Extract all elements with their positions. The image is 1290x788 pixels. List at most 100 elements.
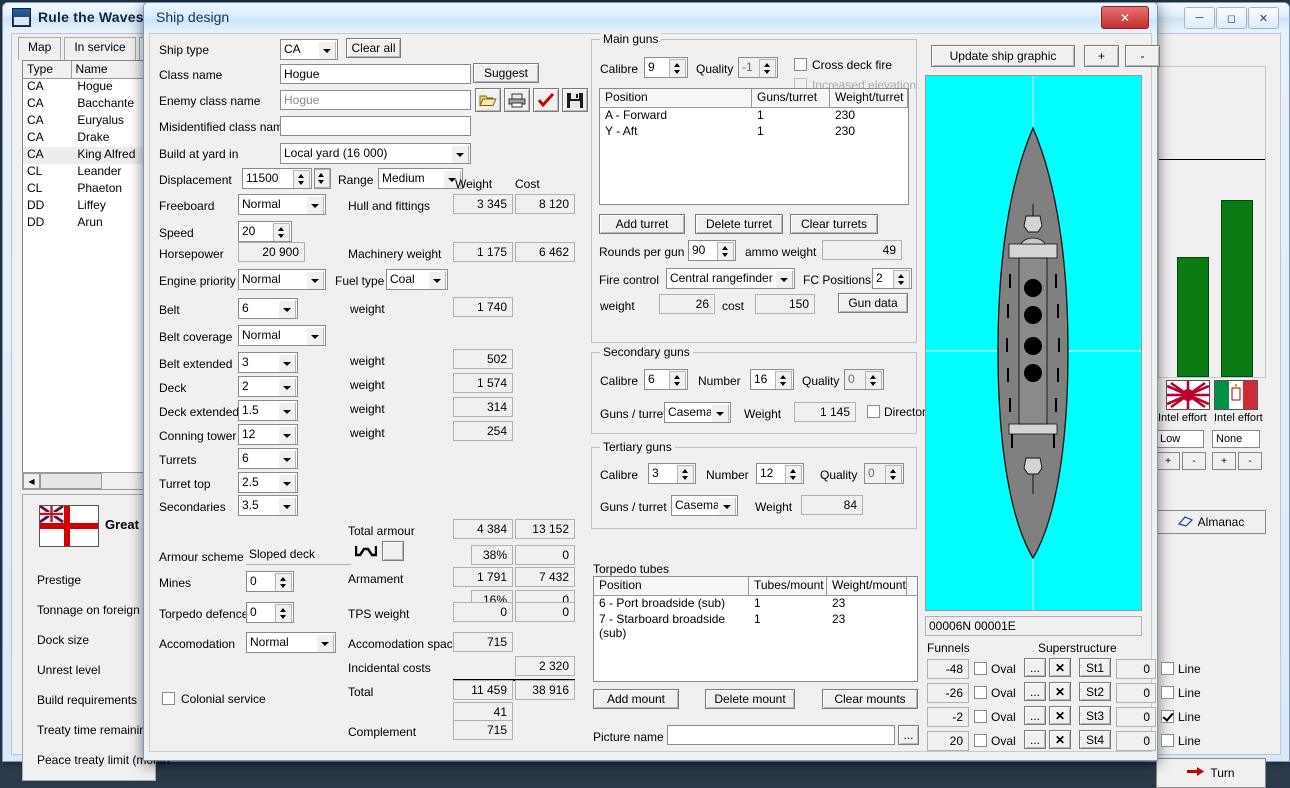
chevron-down-icon[interactable] (278, 450, 296, 469)
superstructure-offset-3[interactable]: 0 (1116, 707, 1156, 727)
funnel-oval-checkbox-3[interactable] (974, 710, 987, 723)
funnel-edit-button-2[interactable]: ... (1024, 682, 1046, 701)
superstructure-line-checkbox-1[interactable] (1161, 662, 1174, 675)
chevron-down-icon[interactable] (775, 270, 793, 289)
chevron-down-icon[interactable] (318, 41, 336, 60)
ship-list-row[interactable]: CAEuryalus (23, 113, 155, 130)
ship-list-row[interactable]: CAKing Alfred (23, 147, 155, 164)
funnel-edit-button-3[interactable]: ... (1024, 706, 1046, 725)
armour-scheme-button[interactable] (382, 541, 404, 561)
clear-turrets-button[interactable]: Clear turrets (790, 214, 878, 234)
superstructure-button-1[interactable]: St1 (1079, 658, 1111, 677)
picture-name-input[interactable] (667, 725, 895, 745)
table-row[interactable]: 6 - Port broadside (sub)123 (594, 596, 917, 612)
fc-positions-input[interactable]: 2 (872, 268, 912, 289)
tab-in-service[interactable]: In service (64, 37, 135, 60)
superstructure-line-checkbox-3[interactable] (1161, 710, 1174, 723)
belt-coverage-select[interactable]: Normal (238, 325, 326, 346)
belt-select[interactable]: 6 (238, 298, 298, 319)
minimize-icon[interactable]: ─ (1184, 7, 1215, 29)
save-disk-icon[interactable] (562, 88, 588, 112)
chevron-down-icon[interactable] (278, 378, 296, 397)
speed-spinner[interactable] (273, 223, 290, 242)
rounds-per-gun-input[interactable]: 90 (688, 240, 736, 261)
main-quality-spinner[interactable] (759, 59, 776, 78)
funnel-delete-icon-1[interactable]: ✕ (1049, 658, 1071, 677)
close-icon[interactable]: ✕ (1248, 7, 1279, 29)
superstructure-line-checkbox-4[interactable] (1161, 734, 1174, 747)
scroll-thumb[interactable] (40, 473, 102, 489)
build-at-yard-select[interactable]: Local yard (16 000) (280, 143, 471, 164)
displacement-spinner-2[interactable] (314, 168, 331, 189)
add-turret-button[interactable]: Add turret (599, 214, 685, 234)
ship-list-row[interactable]: CLLeander (23, 164, 155, 181)
fuel-type-select[interactable]: Coal (386, 269, 448, 290)
funnel-offset-2[interactable]: -26 (927, 683, 969, 703)
accomodation-select[interactable]: Normal (246, 632, 336, 653)
superstructure-offset-2[interactable]: 0 (1116, 683, 1156, 703)
clear-all-button[interactable]: Clear all (346, 38, 401, 58)
delete-mount-button[interactable]: Delete mount (705, 689, 795, 709)
ship-list-row[interactable]: DDArun (23, 215, 155, 232)
maximize-icon[interactable]: ◻ (1216, 7, 1247, 29)
superstructure-offset-4[interactable]: 0 (1116, 731, 1156, 751)
funnel-delete-icon-2[interactable]: ✕ (1049, 682, 1071, 701)
funnel-edit-button-1[interactable]: ... (1024, 658, 1046, 677)
open-folder-icon[interactable] (475, 88, 501, 112)
secondary-number-spinner[interactable] (775, 371, 792, 390)
intel-value-japan[interactable]: Low (1156, 430, 1204, 448)
mines-input[interactable]: 0 (246, 571, 294, 592)
superstructure-button-4[interactable]: St4 (1079, 730, 1111, 749)
chevron-down-icon[interactable] (718, 497, 736, 516)
tertiary-number-input[interactable]: 12 (756, 463, 804, 484)
funnel-edit-button-4[interactable]: ... (1024, 730, 1046, 749)
chevron-down-icon[interactable] (306, 271, 324, 290)
funnel-oval-checkbox-2[interactable] (974, 686, 987, 699)
torpedo-defence-input[interactable]: 0 (246, 602, 294, 623)
print-icon[interactable] (504, 88, 530, 112)
clear-mounts-button[interactable]: Clear mounts (822, 689, 918, 709)
intel-japan-minus-button[interactable]: - (1182, 452, 1206, 470)
range-select[interactable]: Medium (378, 168, 463, 189)
main-calibre-input[interactable]: 9 (644, 57, 688, 78)
displacement-input[interactable]: 11500 (242, 168, 312, 189)
superstructure-offset-1[interactable]: 0 (1116, 659, 1156, 679)
ship-type-select[interactable]: CA (280, 39, 338, 60)
secondaries-armour-select[interactable]: 3.5 (238, 495, 298, 516)
funnel-oval-checkbox-4[interactable] (974, 734, 987, 747)
funnel-delete-icon-4[interactable]: ✕ (1049, 730, 1071, 749)
displacement-spinner[interactable] (293, 170, 310, 189)
chevron-down-icon[interactable] (428, 271, 446, 290)
scroll-left-icon[interactable]: ◀ (23, 473, 40, 489)
ship-list-row[interactable]: CLPhaeton (23, 181, 155, 198)
superstructure-button-3[interactable]: St3 (1079, 706, 1111, 725)
funnel-offset-4[interactable]: 20 (927, 731, 969, 751)
superstructure-line-checkbox-2[interactable] (1161, 686, 1174, 699)
torpedo-tubes-table[interactable]: Position Tubes/mount Weight/mount 6 - Po… (593, 576, 918, 682)
tertiary-number-spinner[interactable] (785, 465, 802, 484)
ship-list-row[interactable]: DDLiffey (23, 198, 155, 215)
turrets-select[interactable]: 6 (238, 448, 298, 469)
misidentified-class-name-input[interactable] (280, 116, 471, 136)
mines-spinner[interactable] (275, 573, 292, 592)
enemy-class-name-input[interactable]: Hogue (280, 90, 471, 110)
main-guns-table[interactable]: Position Guns/turret Weight/turret A - F… (599, 88, 909, 205)
gun-data-button[interactable]: Gun data (838, 293, 908, 313)
intel-italy-plus-button[interactable]: + (1212, 452, 1236, 470)
table-row[interactable]: A - Forward1230 (600, 108, 908, 124)
fc-positions-spinner[interactable] (893, 270, 910, 289)
secondary-number-input[interactable]: 16 (750, 369, 794, 390)
belt-extended-select[interactable]: 3 (238, 352, 298, 373)
deck-extended-select[interactable]: 1.5 (238, 400, 298, 421)
tertiary-calibre-spinner[interactable] (677, 465, 694, 484)
main-calibre-spinner[interactable] (669, 59, 686, 78)
superstructure-button-2[interactable]: St2 (1079, 682, 1111, 701)
intel-japan-plus-button[interactable]: + (1156, 452, 1180, 470)
zoom-in-button[interactable]: + (1084, 45, 1119, 67)
secondary-calibre-input[interactable]: 6 (644, 369, 688, 390)
colonial-service-checkbox[interactable] (162, 692, 175, 705)
chevron-down-icon[interactable] (306, 327, 324, 346)
intel-value-italy[interactable]: None (1212, 430, 1260, 448)
almanac-button[interactable]: Almanac (1156, 510, 1266, 534)
chevron-down-icon[interactable] (278, 402, 296, 421)
